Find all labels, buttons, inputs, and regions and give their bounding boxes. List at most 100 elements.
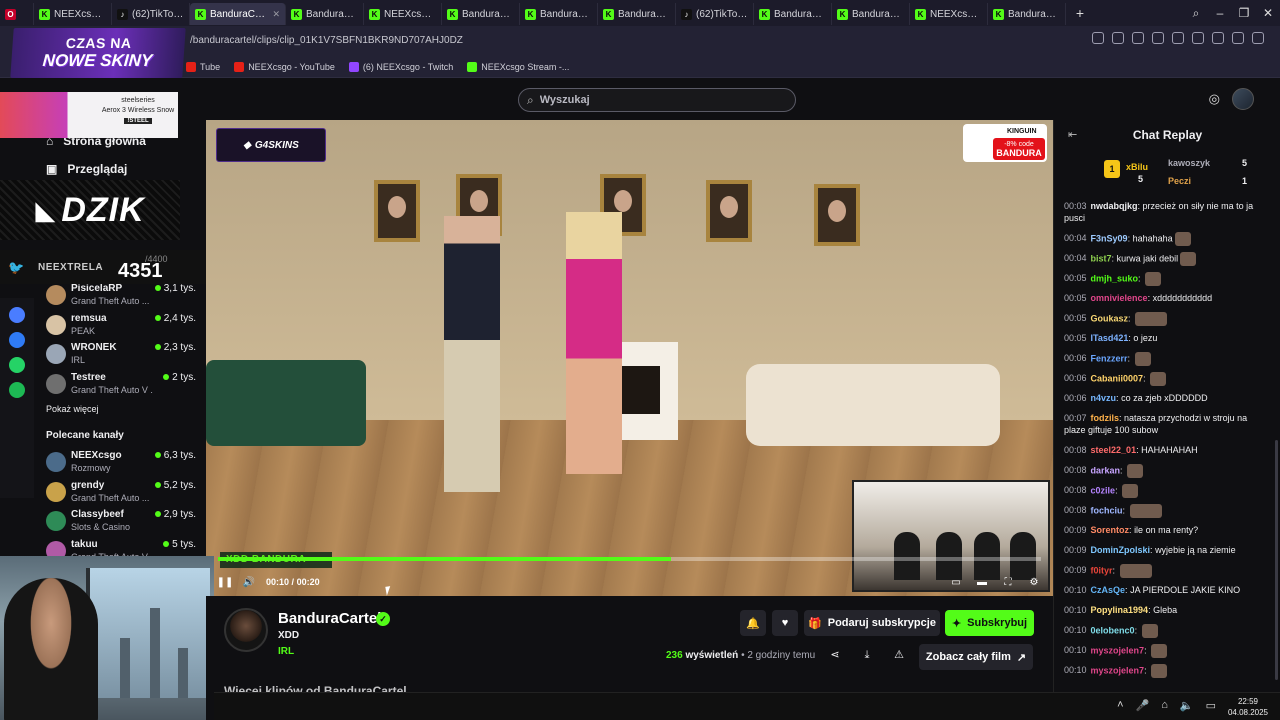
gifter-2-name[interactable]: kawoszyk: [1168, 158, 1210, 168]
video-player[interactable]: ◆ G4SKINS KINGUIN -8% code BANDURA XDD B…: [206, 120, 1053, 596]
adblock-icon[interactable]: [1132, 32, 1144, 44]
message-user[interactable]: DominZpolski: [1091, 545, 1151, 555]
opera-menu-icon[interactable]: O: [0, 3, 34, 25]
message-user[interactable]: f0ityr: [1091, 565, 1113, 575]
message-user[interactable]: n4vzu: [1091, 393, 1117, 403]
channel-avatar[interactable]: [224, 608, 268, 652]
sidebar-channel[interactable]: NEEXcsgo Rozmowy 6,3 tys.: [46, 450, 196, 478]
close-tab-icon[interactable]: ✕: [272, 9, 280, 20]
share-icon[interactable]: ⋖: [826, 646, 844, 664]
message-user[interactable]: nwdabqjkg: [1091, 201, 1138, 211]
message-user[interactable]: Goukasz: [1091, 313, 1129, 323]
notification-bell-button[interactable]: 🔔: [740, 610, 766, 636]
message-user[interactable]: Sorentoz: [1091, 525, 1130, 535]
follow-button[interactable]: ♥: [772, 610, 798, 636]
message-user[interactable]: dmjh_suko: [1091, 273, 1139, 283]
clip-category[interactable]: IRL: [278, 646, 294, 657]
browser-tab[interactable]: K BanduraCartel - Watch✕: [190, 3, 286, 25]
message-user[interactable]: Cabanii0007: [1091, 373, 1144, 383]
progress-bar[interactable]: [218, 557, 1041, 561]
message-user[interactable]: CzAsQe: [1091, 585, 1126, 595]
browser-tab[interactable]: K BanduraCartel - V: [286, 3, 364, 25]
browser-tab[interactable]: K BanduraCartel - V: [598, 3, 676, 25]
message-user[interactable]: F3nSy09: [1091, 233, 1128, 243]
minimize-icon[interactable]: –: [1208, 6, 1232, 20]
gift-sub-button[interactable]: 🎁 Podaruj subskrypcje: [804, 610, 940, 636]
notifications-icon[interactable]: ◎: [1209, 91, 1220, 107]
bookmark-item[interactable]: NEEXcsgo Stream -...: [467, 61, 569, 72]
subscribe-button[interactable]: ✦ Subskrybuj: [945, 610, 1034, 636]
message-user[interactable]: Fenzzerr: [1091, 353, 1128, 363]
close-window-icon[interactable]: ✕: [1256, 6, 1280, 20]
message-user[interactable]: Popylina1994: [1091, 605, 1149, 615]
message-user[interactable]: 0elobenc0: [1091, 625, 1135, 635]
message-user[interactable]: darkan: [1091, 465, 1121, 475]
sidebar-channel[interactable]: grendy Grand Theft Auto ... 5,2 tys.: [46, 480, 196, 508]
browser-tab[interactable]: K NEEXcsgo Stream: [364, 3, 442, 25]
browser-tab[interactable]: K BanduraCartel - V: [442, 3, 520, 25]
user-avatar[interactable]: [1232, 88, 1254, 110]
messenger-icon[interactable]: [9, 332, 25, 348]
maximize-icon[interactable]: ❐: [1232, 6, 1256, 20]
browser-tab[interactable]: K BanduraCartel - V: [832, 3, 910, 25]
fullscreen-icon[interactable]: ⛶: [1001, 575, 1015, 589]
bookmark-item[interactable]: Tube: [186, 61, 220, 72]
new-tab-button[interactable]: +: [1070, 3, 1090, 23]
message-user[interactable]: omnivielence: [1091, 293, 1148, 303]
browser-tab[interactable]: ♪ (62)TikTok - Make: [112, 3, 190, 25]
menu-icon[interactable]: [1212, 32, 1224, 44]
bookmark-item[interactable]: (6) NEEXcsgo - Twitch: [348, 61, 453, 72]
sidebar-channel[interactable]: Testree Grand Theft Auto V ... 2 tys.: [46, 372, 196, 400]
edit-icon[interactable]: [1092, 32, 1104, 44]
browser-tab[interactable]: K NEEXcsgo Stream: [34, 3, 112, 25]
sidebar-channel[interactable]: PisicelaRP Grand Theft Auto ... 3,1 tys.: [46, 283, 196, 311]
volume-icon[interactable]: 🔊: [242, 575, 256, 589]
browser-tab[interactable]: ♪ (62)TikTok - Make: [676, 3, 754, 25]
app-store-icon[interactable]: [9, 307, 25, 323]
spotify-icon[interactable]: [9, 382, 25, 398]
theater-mode-icon[interactable]: ▬: [975, 575, 989, 589]
message-user[interactable]: myszojelen7: [1091, 665, 1145, 675]
network-icon[interactable]: ⌂: [1161, 699, 1168, 712]
watch-full-button[interactable]: Zobacz cały film ↗: [919, 644, 1033, 670]
camera-icon[interactable]: [1112, 32, 1124, 44]
gifter-1-name[interactable]: xBilu: [1126, 162, 1148, 172]
channel-name[interactable]: BanduraCartel: [278, 610, 381, 627]
search-box[interactable]: ⌕: [518, 88, 796, 112]
pip-icon[interactable]: ▭: [949, 575, 963, 589]
whatsapp-icon[interactable]: [9, 357, 25, 373]
message-user[interactable]: fochciu: [1091, 505, 1123, 515]
sidebar-channel[interactable]: Classybeef Slots & Casino 2,9 tys.: [46, 509, 196, 537]
pause-icon[interactable]: ❚❚: [217, 575, 234, 589]
chat-scrollbar[interactable]: [1275, 440, 1278, 680]
browser-tab[interactable]: K BanduraCartel - V: [754, 3, 832, 25]
message-user[interactable]: ITasd421: [1091, 333, 1129, 343]
profile-icon[interactable]: [1232, 32, 1244, 44]
browser-tab[interactable]: K BanduraCartel - V: [520, 3, 598, 25]
browser-tab[interactable]: K NEEXcsgo Stream: [910, 3, 988, 25]
sidebar-channel[interactable]: remsua PEAK 2,4 tys.: [46, 313, 196, 341]
microphone-icon[interactable]: 🎤: [1136, 699, 1150, 712]
download-icon[interactable]: [1192, 32, 1204, 44]
system-clock[interactable]: 22:59 04.08.2025: [1228, 696, 1268, 718]
search-input[interactable]: [539, 94, 780, 106]
message-user[interactable]: c0zile: [1091, 485, 1116, 495]
message-user[interactable]: bist7: [1091, 253, 1112, 263]
extension-icon[interactable]: [1252, 32, 1264, 44]
show-more-link[interactable]: Pokaż więcej: [46, 404, 99, 414]
gifter-3-name[interactable]: Peczi: [1168, 176, 1191, 186]
bookmark-item[interactable]: NEEXcsgo - YouTube: [234, 61, 335, 72]
browser-tab[interactable]: K BanduraCartel - V: [988, 3, 1066, 25]
speaker-icon[interactable]: 🔈: [1180, 699, 1194, 712]
download-icon[interactable]: ⤓: [858, 646, 876, 664]
message-user[interactable]: fodzils: [1091, 413, 1120, 423]
report-icon[interactable]: ⚠: [890, 646, 908, 664]
play-icon[interactable]: [1152, 32, 1164, 44]
battery-icon[interactable]: ▭: [1206, 699, 1216, 712]
message-user[interactable]: myszojelen7: [1091, 645, 1145, 655]
nav-browse[interactable]: ▣ Przeglądaj: [46, 162, 127, 176]
tray-chevron-icon[interactable]: ˄: [1117, 699, 1123, 712]
message-user[interactable]: steel22_01: [1091, 445, 1137, 455]
sidebar-channel[interactable]: WRONEK IRL 2,3 tys.: [46, 342, 196, 370]
url-field[interactable]: /banduracartel/clips/clip_01K1V7SBFN1BKR…: [190, 32, 463, 50]
